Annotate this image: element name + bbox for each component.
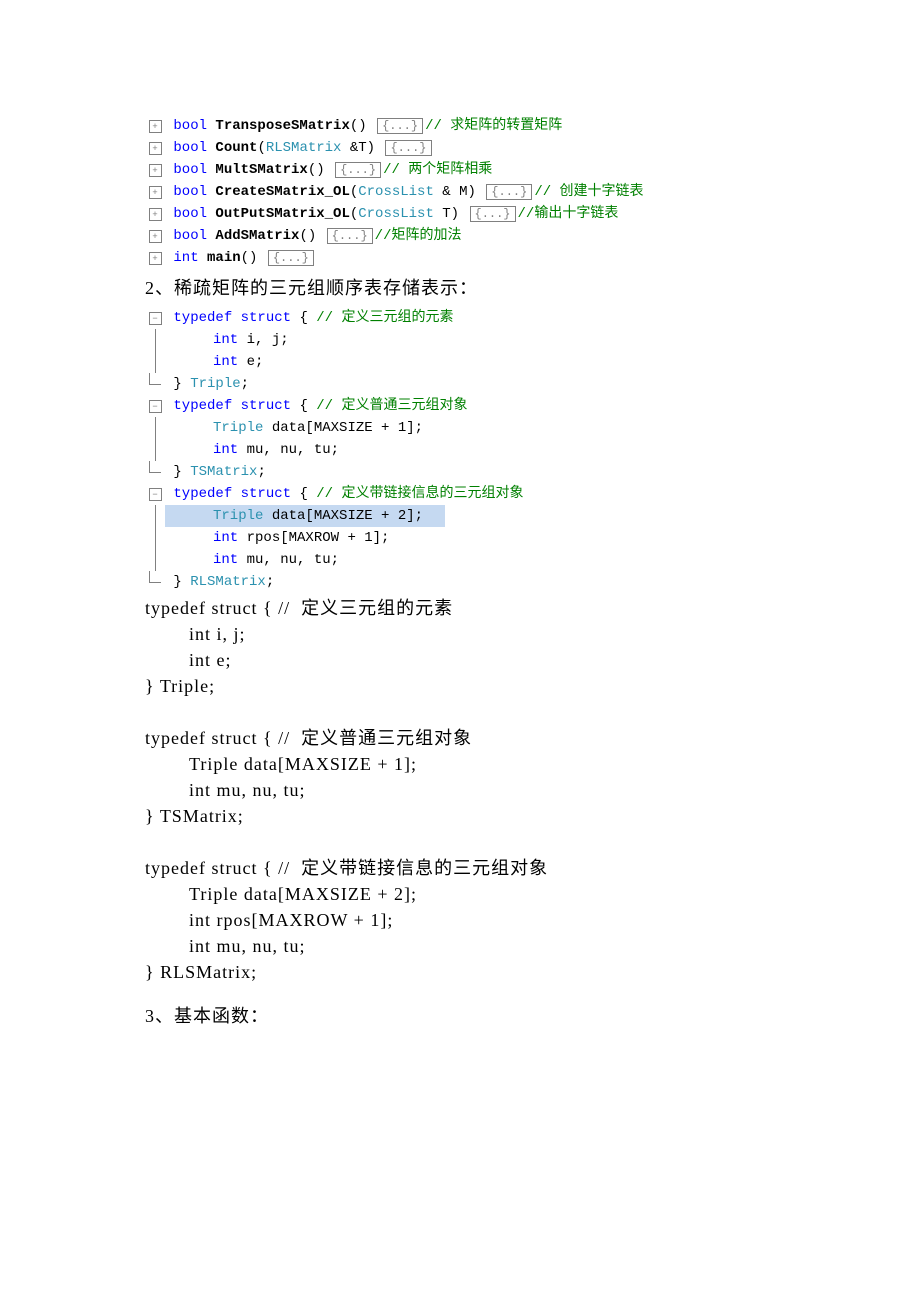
collapsed-body[interactable]: {...} — [335, 162, 381, 178]
collapsed-body[interactable]: {...} — [470, 206, 516, 222]
folded-functions-block: + bool TransposeSMatrix() {...}// 求矩阵的转置… — [145, 115, 775, 269]
minus-icon[interactable]: − — [149, 312, 162, 325]
collapsed-body[interactable]: {...} — [385, 140, 431, 156]
minus-icon[interactable]: − — [149, 488, 162, 501]
plain-code-text: typedef struct { // 定义三元组的元素 int i, j; i… — [145, 595, 775, 985]
plus-icon[interactable]: + — [149, 186, 162, 199]
plus-icon[interactable]: + — [149, 230, 162, 243]
plus-icon[interactable]: + — [149, 164, 162, 177]
struct-rlsmatrix-block: − typedef struct { // 定义带链接信息的三元组对象 Trip… — [145, 483, 775, 593]
plus-icon[interactable]: + — [149, 142, 162, 155]
plus-icon[interactable]: + — [149, 120, 162, 133]
plus-icon[interactable]: + — [149, 208, 162, 221]
section-heading-3: 3、基本函数： — [145, 1003, 775, 1029]
struct-tsmatrix-block: − typedef struct { // 定义普通三元组对象 Triple d… — [145, 395, 775, 483]
section-heading-2: 2、稀疏矩阵的三元组顺序表存储表示： — [145, 275, 775, 301]
collapsed-body[interactable]: {...} — [377, 118, 423, 134]
minus-icon[interactable]: − — [149, 400, 162, 413]
collapsed-body[interactable]: {...} — [486, 184, 532, 200]
collapsed-body[interactable]: {...} — [327, 228, 373, 244]
struct-triple-block: − typedef struct { // 定义三元组的元素 int i, j;… — [145, 307, 775, 395]
collapsed-body[interactable]: {...} — [268, 250, 314, 266]
plus-icon[interactable]: + — [149, 252, 162, 265]
